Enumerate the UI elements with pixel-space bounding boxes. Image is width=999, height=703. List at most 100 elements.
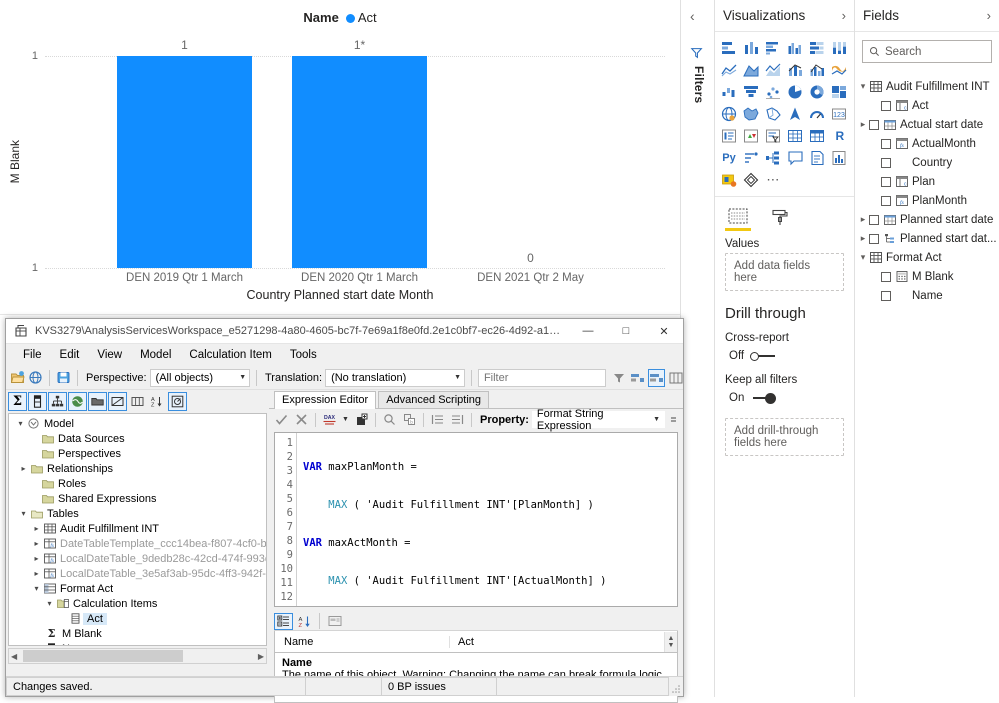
chevron-right-icon[interactable]: ▸ <box>857 119 869 130</box>
visualization-type-grid[interactable]: 123 R Py ⋯ <box>715 32 854 193</box>
insert-snippet-icon[interactable] <box>353 411 370 428</box>
chevron-right-icon[interactable]: ▸ <box>31 524 42 533</box>
ribbon-chart-icon[interactable] <box>830 60 850 79</box>
menu-model[interactable]: Model <box>131 347 180 363</box>
filters-label[interactable]: Filters <box>692 66 706 103</box>
field-item-actualmonth[interactable]: fx ActualMonth <box>855 134 999 153</box>
filter-funnel-icon[interactable] <box>612 369 627 387</box>
matrix-icon[interactable] <box>808 126 828 145</box>
line-stacked-column-chart-icon[interactable] <box>785 60 805 79</box>
te-titlebar[interactable]: KVS3279\AnalysisServicesWorkspace_e52712… <box>6 319 683 344</box>
all-columns-icon[interactable] <box>128 392 147 411</box>
stacked-bar-chart-icon[interactable] <box>719 38 739 57</box>
chevron-right-icon[interactable]: ▸ <box>857 233 869 244</box>
field-item-country[interactable]: Country <box>855 153 999 172</box>
field-checkbox[interactable] <box>881 138 891 149</box>
tree-node-calculation-items[interactable]: ▾ Calculation Items <box>9 596 266 611</box>
sum-measures-icon[interactable]: Σ <box>8 392 27 411</box>
close-button[interactable]: ✕ <box>645 319 683 344</box>
search-input[interactable]: Search <box>862 40 992 63</box>
scrollbar-thumb[interactable] <box>23 650 183 662</box>
perspectives-icon[interactable] <box>68 392 87 411</box>
python-visual-icon[interactable]: Py <box>719 148 739 167</box>
field-checkbox[interactable] <box>881 100 891 111</box>
field-checkbox[interactable] <box>869 233 879 244</box>
perspective-dropdown[interactable]: (All objects) ▼ <box>149 368 251 387</box>
replace-icon[interactable]: b <box>401 411 418 428</box>
qna-icon[interactable] <box>785 148 805 167</box>
alphabetical-sort-icon[interactable]: AZ <box>295 613 314 630</box>
paginated-report-icon[interactable] <box>830 148 850 167</box>
cancel-x-icon[interactable] <box>293 411 310 428</box>
resize-grip-icon[interactable] <box>669 677 683 696</box>
bar-chart-visual[interactable]: Name Act M Blank 1 1 1 1* 0 DEN 2019 Qtr … <box>0 0 680 315</box>
overflow-icon[interactable]: ≣ <box>668 411 679 428</box>
columns-icon[interactable] <box>668 369 683 387</box>
card-icon[interactable]: 123 <box>830 104 850 123</box>
partitions-icon[interactable] <box>168 392 187 411</box>
chevron-right-icon[interactable]: ▸ <box>857 214 869 225</box>
dax-code-area[interactable]: VAR maxPlanMonth = MAX ( 'Audit Fulfillm… <box>297 433 677 606</box>
property-pages-icon[interactable] <box>325 613 344 630</box>
field-wells-tabs[interactable] <box>715 197 854 231</box>
100-stacked-column-chart-icon[interactable] <box>830 38 850 57</box>
field-item-planmonth[interactable]: fx PlanMonth <box>855 191 999 210</box>
tab-advanced-scripting[interactable]: Advanced Scripting <box>378 391 489 408</box>
chevron-left-icon[interactable]: ‹ <box>690 8 695 24</box>
editor-tabs[interactable]: Expression Editor Advanced Scripting <box>269 390 683 409</box>
bar-den-2020[interactable] <box>292 56 427 268</box>
tree-node-format-act[interactable]: ▾ Format Act <box>9 581 266 596</box>
chevron-right-icon[interactable]: ▸ <box>31 569 42 578</box>
field-checkbox[interactable] <box>881 176 891 187</box>
property-dropdown[interactable]: Format String Expression ▼ <box>531 408 665 432</box>
filter-input[interactable]: Filter <box>477 368 606 387</box>
funnel-chart-icon[interactable] <box>741 82 761 101</box>
save-icon[interactable] <box>56 369 71 387</box>
tree-node-localdatetable-2[interactable]: ▸ fx LocalDateTable_3e5af3ab-95dc-4ff3-9… <box>9 566 266 581</box>
tree-node-tables[interactable]: ▾ Tables <box>9 506 266 521</box>
azure-map-icon[interactable] <box>785 104 805 123</box>
chevron-right-icon[interactable]: ▸ <box>31 539 42 548</box>
smart-narrative-icon[interactable] <box>808 148 828 167</box>
sort-icon[interactable]: AZ <box>148 392 167 411</box>
r-script-visual-icon[interactable]: R <box>830 126 850 145</box>
chevron-down-icon[interactable]: ▾ <box>857 252 869 263</box>
menu-file[interactable]: File <box>14 347 51 363</box>
tree-node-data-sources[interactable]: Data Sources <box>9 431 266 446</box>
show-all-icon[interactable] <box>647 368 665 387</box>
field-table-audit-fulfillment-int[interactable]: ▾ Audit Fulfillment INT <box>855 77 999 96</box>
field-item-m-blank[interactable]: M Blank <box>855 267 999 286</box>
legend-entry-act[interactable]: Act <box>358 10 377 25</box>
chevron-down-icon[interactable]: ▾ <box>31 584 42 593</box>
tabular-editor-window[interactable]: KVS3279\AnalysisServicesWorkspace_e52712… <box>5 318 684 703</box>
gauge-icon[interactable] <box>808 104 828 123</box>
power-apps-icon[interactable] <box>741 170 761 189</box>
tree-horizontal-scrollbar[interactable]: ◀ ▶ <box>8 648 267 664</box>
stacked-column-chart-icon[interactable] <box>741 38 761 57</box>
tree-node-shared-expressions[interactable]: Shared Expressions <box>9 491 266 506</box>
bar-den-2019[interactable] <box>117 56 252 268</box>
scroll-left-icon[interactable]: ◀ <box>11 652 17 661</box>
menu-calculation-item[interactable]: Calculation Item <box>180 347 280 363</box>
property-value-field[interactable]: Act <box>450 636 664 648</box>
te-toolbar[interactable]: Perspective: (All objects) ▼ Translation… <box>6 366 683 390</box>
map-icon[interactable] <box>719 104 739 123</box>
area-chart-icon[interactable] <box>741 60 761 79</box>
scatter-chart-icon[interactable] <box>763 82 783 101</box>
scroll-right-icon[interactable]: ▶ <box>258 652 264 661</box>
translation-dropdown[interactable]: (No translation) ▼ <box>325 368 466 387</box>
field-item-actual-start-date[interactable]: ▸ Actual start date <box>855 115 999 134</box>
field-item-planned-start-date[interactable]: ▸ Planned start date <box>855 210 999 229</box>
columns-view-icon[interactable] <box>28 392 47 411</box>
tree-node-act[interactable]: Act <box>9 611 266 626</box>
display-folders-icon[interactable] <box>88 392 107 411</box>
accept-check-icon[interactable] <box>273 411 290 428</box>
cross-report-toggle[interactable] <box>750 350 776 362</box>
slicer-icon[interactable] <box>763 126 783 145</box>
get-more-visuals-icon[interactable] <box>719 170 739 189</box>
dax-expression-editor[interactable]: 123456 7 8 9 10 11 12 VAR maxPlanMonth = MAX … <box>274 432 678 607</box>
property-grid-row[interactable]: Name Act ▲ ▼ <box>274 631 678 653</box>
property-grid-scrollbar[interactable]: ▲ ▼ <box>664 631 677 652</box>
field-item-planned-start-date-hierarchy[interactable]: ▸ Planned start dat... <box>855 229 999 248</box>
hierarchies-icon[interactable] <box>48 392 67 411</box>
